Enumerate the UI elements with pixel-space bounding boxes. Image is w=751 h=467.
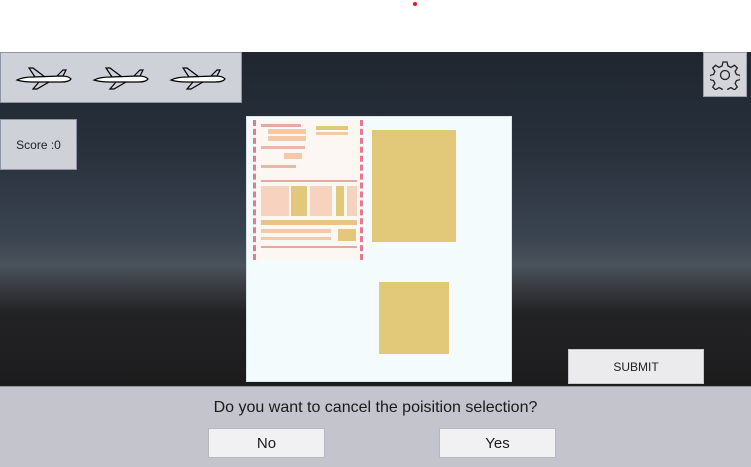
top-bar: [0, 0, 751, 52]
cursor-dot: [413, 2, 417, 6]
no-button[interactable]: No: [208, 428, 325, 458]
airplane-icon: [169, 66, 227, 90]
cancel-selection-dialog: Do you want to cancel the poisition sele…: [0, 386, 751, 467]
yes-button[interactable]: Yes: [439, 428, 556, 458]
dialog-question: Do you want to cancel the poisition sele…: [213, 399, 538, 416]
score-display: Score :0: [0, 119, 77, 170]
shipping-form-thumbnail[interactable]: [253, 120, 363, 260]
submit-button[interactable]: SUBMIT: [568, 349, 704, 384]
lives-panel: [0, 52, 242, 103]
airplane-icon: [92, 66, 149, 90]
settings-button[interactable]: [703, 52, 747, 97]
score-label: Score :0: [16, 137, 61, 152]
document-board: [246, 116, 512, 382]
drop-slot-small[interactable]: [379, 282, 449, 354]
drop-slot-large[interactable]: [372, 130, 456, 242]
gear-icon: [710, 60, 740, 90]
airplane-icon: [15, 66, 72, 90]
